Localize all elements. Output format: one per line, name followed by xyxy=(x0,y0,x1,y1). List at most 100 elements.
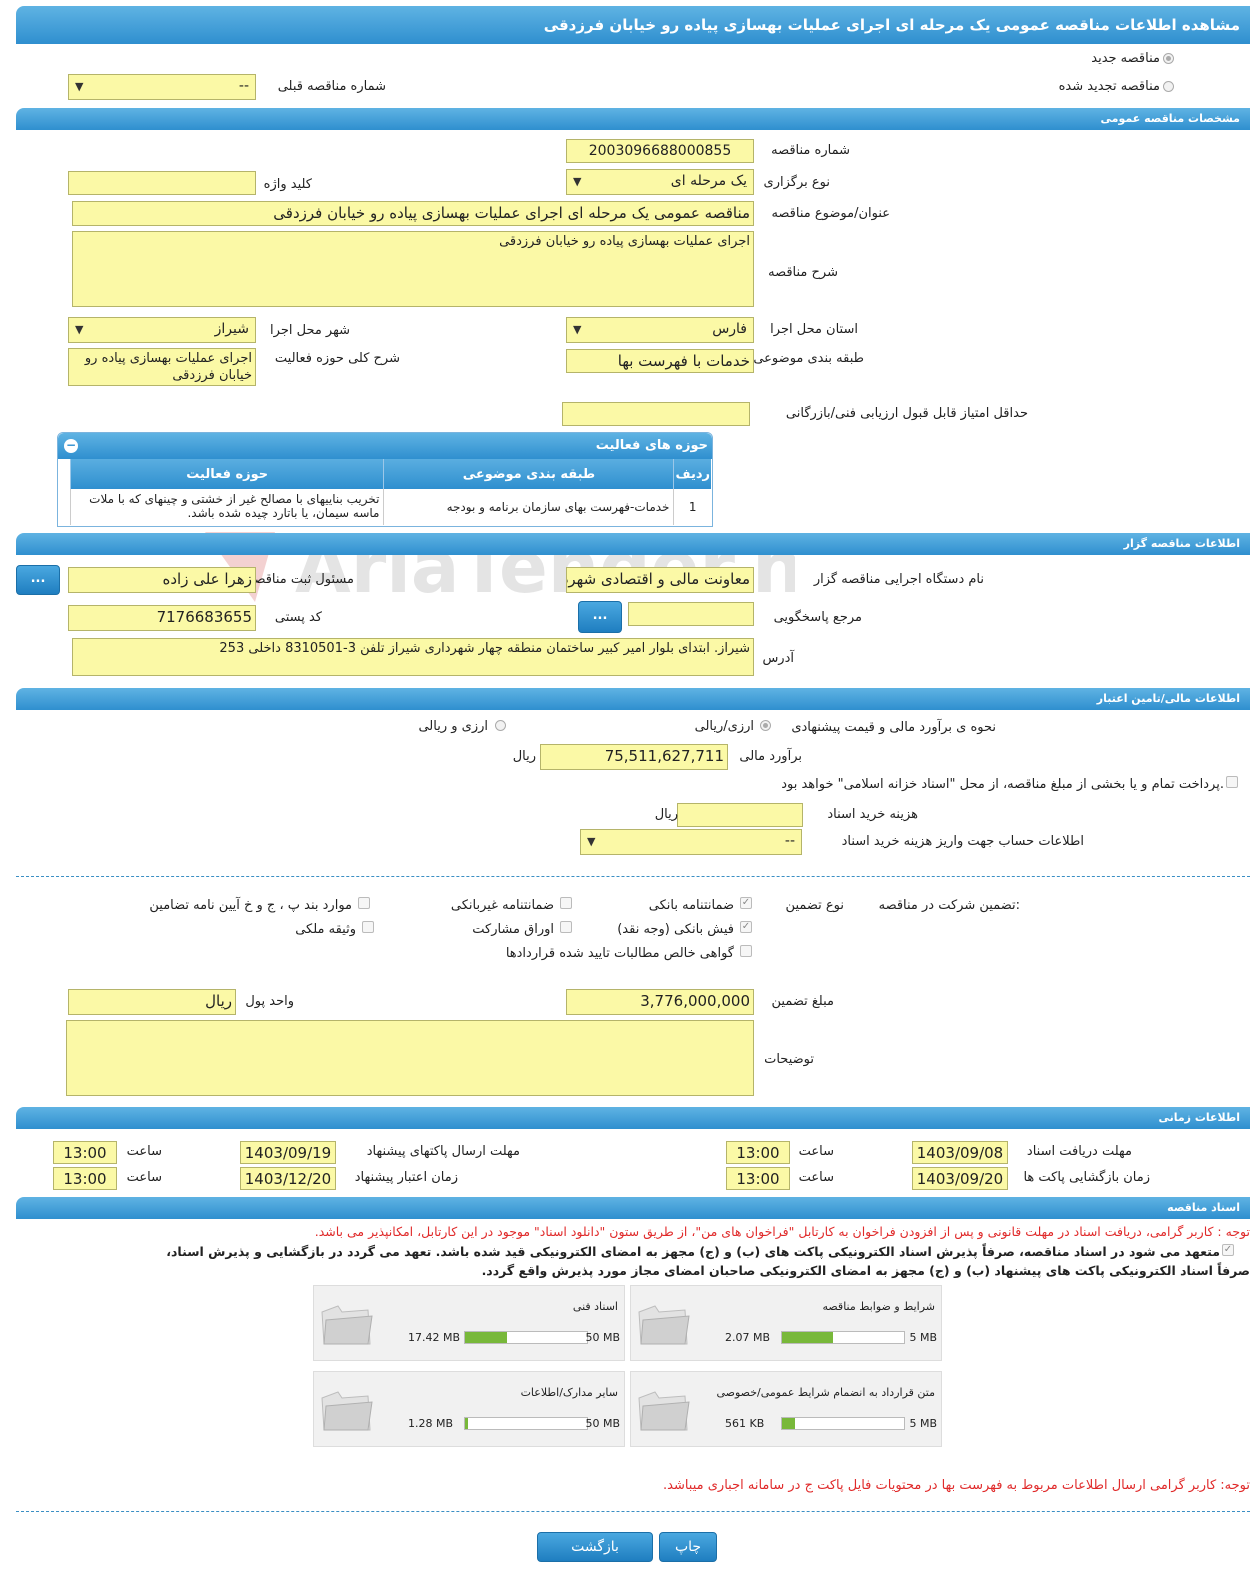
category-field[interactable]: خدمات با فهرست بها xyxy=(566,349,754,373)
responsible-browse-button[interactable]: ... xyxy=(16,565,60,595)
file-size-progress xyxy=(464,1331,588,1344)
address-label: آدرس xyxy=(762,651,794,666)
page-title-bar: مشاهده اطلاعات مناقصه عمومی یک مرحله ای … xyxy=(16,6,1250,44)
clause-items-checkbox[interactable] xyxy=(358,897,370,909)
doc-fee-label: هزینه خرید اسناد xyxy=(827,807,918,822)
watermark-logo: AriaTender.neT xyxy=(205,525,795,609)
folder-icon xyxy=(638,1391,690,1431)
chevron-down-icon: ▼ xyxy=(573,175,582,188)
tender-number-label: شماره مناقصه xyxy=(771,143,850,158)
activity-desc-field[interactable]: اجرای عملیات بهسازی پیاده رو خیابان فرزد… xyxy=(68,348,256,386)
documents-section-title: اسناد مناقصه xyxy=(1167,1201,1240,1214)
commitment-text-line2: صرفاً اسناد الکترونیکی پاکت های پیشنهاد … xyxy=(481,1263,1250,1278)
file-card[interactable]: شرایط و ضوابط مناقصه 2.07 MB 5 MB xyxy=(630,1285,942,1361)
file-title: سایر مدارک/اطلاعات xyxy=(520,1386,618,1399)
col-category-header: طبقه بندی موضوعی xyxy=(383,459,674,489)
subject-field[interactable]: مناقصه عمومی یک مرحله ای اجرای عملیات به… xyxy=(72,201,754,226)
bank-guarantee-checkbox[interactable]: ✓ xyxy=(740,897,752,909)
collapse-icon[interactable]: − xyxy=(64,439,78,453)
account-info-select[interactable]: -- ▼ xyxy=(580,829,802,855)
tender-number-field[interactable]: 2003096688000855 xyxy=(566,139,754,163)
file-size: 17.42 MB xyxy=(408,1331,461,1344)
clause-items-label: موارد بند پ ، ج و خ آیین نامه تضامین xyxy=(149,898,352,913)
notes-label: توضیحات xyxy=(764,1052,814,1067)
opening-date-field[interactable]: 1403/09/20 xyxy=(912,1167,1008,1190)
commitment-text-line1: متعهد می شود در اسناد مناقصه، صرفاً پذیر… xyxy=(166,1244,1220,1259)
new-tender-radio[interactable] xyxy=(1163,53,1174,64)
back-button[interactable]: بازگشت xyxy=(537,1532,653,1562)
bank-guarantee-label: ضمانتنامه بانکی xyxy=(648,898,734,913)
province-value: فارس xyxy=(712,321,747,337)
chevron-down-icon: ▼ xyxy=(75,323,84,336)
province-label: استان محل اجرا xyxy=(770,322,858,337)
cash-receipt-checkbox[interactable]: ✓ xyxy=(740,921,752,933)
org-name-field[interactable]: معاونت مالی و اقتصادی شهرداری xyxy=(566,567,754,593)
validity-time-field[interactable]: 13:00 xyxy=(53,1167,117,1190)
download-notice: توجه : کاربر گرامی، دریافت اسناد در مهلت… xyxy=(314,1224,1250,1239)
estimate-unit-label: ریال xyxy=(512,749,536,764)
activities-grid-title: حوزه های فعالیت xyxy=(595,438,708,453)
estimate-field[interactable]: 75,511,627,711 xyxy=(540,744,728,770)
property-collateral-checkbox[interactable] xyxy=(362,921,374,933)
divider xyxy=(16,876,1250,877)
holding-type-select[interactable]: یک مرحله ای ▼ xyxy=(566,169,754,195)
treasury-checkbox[interactable] xyxy=(1226,776,1238,788)
price-list-notice: توجه: کاربر گرامی ارسال اطلاعات مربوط به… xyxy=(663,1478,1250,1493)
file-card[interactable]: متن قرارداد به انضمام شرایط عمومی/خصوصی … xyxy=(630,1371,942,1447)
organizer-section-title: اطلاعات مناقصه گزار xyxy=(1123,537,1240,550)
commitment-checkbox[interactable]: ✓ xyxy=(1222,1244,1234,1256)
currency-field[interactable]: ریال xyxy=(68,989,236,1015)
doc-receipt-date-field[interactable]: 1403/09/08 xyxy=(912,1141,1008,1164)
opening-time-field[interactable]: 13:00 xyxy=(726,1167,790,1190)
receivables-cert-checkbox[interactable] xyxy=(740,945,752,957)
postal-code-field[interactable]: 7176683655 xyxy=(68,605,256,631)
treasury-label: پرداخت تمام و یا بخشی از مبلغ مناقصه، از… xyxy=(781,777,1224,792)
rial-option-radio[interactable] xyxy=(760,720,771,731)
send-deadline-time-field[interactable]: 13:00 xyxy=(53,1141,117,1164)
file-size: 561 KB xyxy=(725,1417,765,1430)
finance-section-bar: اطلاعات مالی/تامین اعتبار xyxy=(16,688,1250,710)
timing-section-bar: اطلاعات زمانی xyxy=(16,1107,1250,1129)
table-row: 1 خدمات-فهرست بهای سازمان برنامه و بودجه… xyxy=(69,489,711,525)
min-score-field[interactable] xyxy=(562,402,750,426)
bonds-label: اوراق مشارکت xyxy=(472,922,554,937)
guarantee-amount-field[interactable]: 3,776,000,000 xyxy=(566,989,754,1015)
property-collateral-label: وثیقه ملکی xyxy=(295,922,356,937)
file-max-size: 5 MB xyxy=(909,1331,937,1344)
nonbank-guarantee-checkbox[interactable] xyxy=(560,897,572,909)
category-label: طبقه بندی موضوعی xyxy=(753,351,864,366)
reference-browse-button[interactable]: ... xyxy=(578,601,622,633)
prev-number-select[interactable]: -- ▼ xyxy=(68,74,256,100)
validity-date-field[interactable]: 1403/12/20 xyxy=(240,1167,336,1190)
file-size: 2.07 MB xyxy=(725,1331,771,1344)
file-title: متن قرارداد به انضمام شرایط عمومی/خصوصی xyxy=(716,1386,935,1399)
send-deadline-date-field[interactable]: 1403/09/19 xyxy=(240,1141,336,1164)
reference-field[interactable] xyxy=(628,602,754,626)
file-size-progress-fill xyxy=(465,1332,508,1343)
timing-section-title: اطلاعات زمانی xyxy=(1158,1111,1240,1124)
address-field[interactable]: شیراز. ابتدای بلوار امیر کبیر ساختمان من… xyxy=(72,638,754,676)
chevron-down-icon: ▼ xyxy=(587,835,596,848)
file-card[interactable]: سایر مدارک/اطلاعات 1.28 MB 50 MB xyxy=(313,1371,625,1447)
keyword-field[interactable] xyxy=(68,171,256,195)
file-max-size: 50 MB xyxy=(585,1417,620,1430)
description-field[interactable]: اجرای عملیات بهسازی پیاده رو خیابان فرزد… xyxy=(72,231,754,307)
nonbank-guarantee-label: ضمانتنامه غیربانکی xyxy=(450,898,554,913)
min-score-label: حداقل امتیاز قابل قبول ارزیابی فنی/بازرگ… xyxy=(785,406,1028,421)
print-button[interactable]: چاپ xyxy=(659,1532,717,1562)
file-title: شرایط و ضوابط مناقصه xyxy=(822,1300,936,1313)
province-select[interactable]: فارس ▼ xyxy=(566,317,754,343)
hour-label: ساعت xyxy=(798,1170,834,1185)
notes-field[interactable] xyxy=(66,1020,754,1096)
activities-grid: حوزه های فعالیت − ردیف طبقه بندی موضوعی … xyxy=(57,432,713,527)
doc-fee-unit-label: ریال xyxy=(654,807,678,822)
doc-receipt-time-field[interactable]: 13:00 xyxy=(726,1141,790,1164)
fx-rial-option-radio[interactable] xyxy=(495,720,506,731)
renewed-tender-radio[interactable] xyxy=(1163,81,1174,92)
responsible-field[interactable]: زهرا علی زاده xyxy=(68,567,256,593)
doc-fee-field[interactable] xyxy=(677,803,803,827)
city-select[interactable]: شیراز ▼ xyxy=(68,317,256,343)
bonds-checkbox[interactable] xyxy=(560,921,572,933)
file-card[interactable]: اسناد فنی 17.42 MB 50 MB xyxy=(313,1285,625,1361)
file-max-size: 5 MB xyxy=(909,1417,937,1430)
